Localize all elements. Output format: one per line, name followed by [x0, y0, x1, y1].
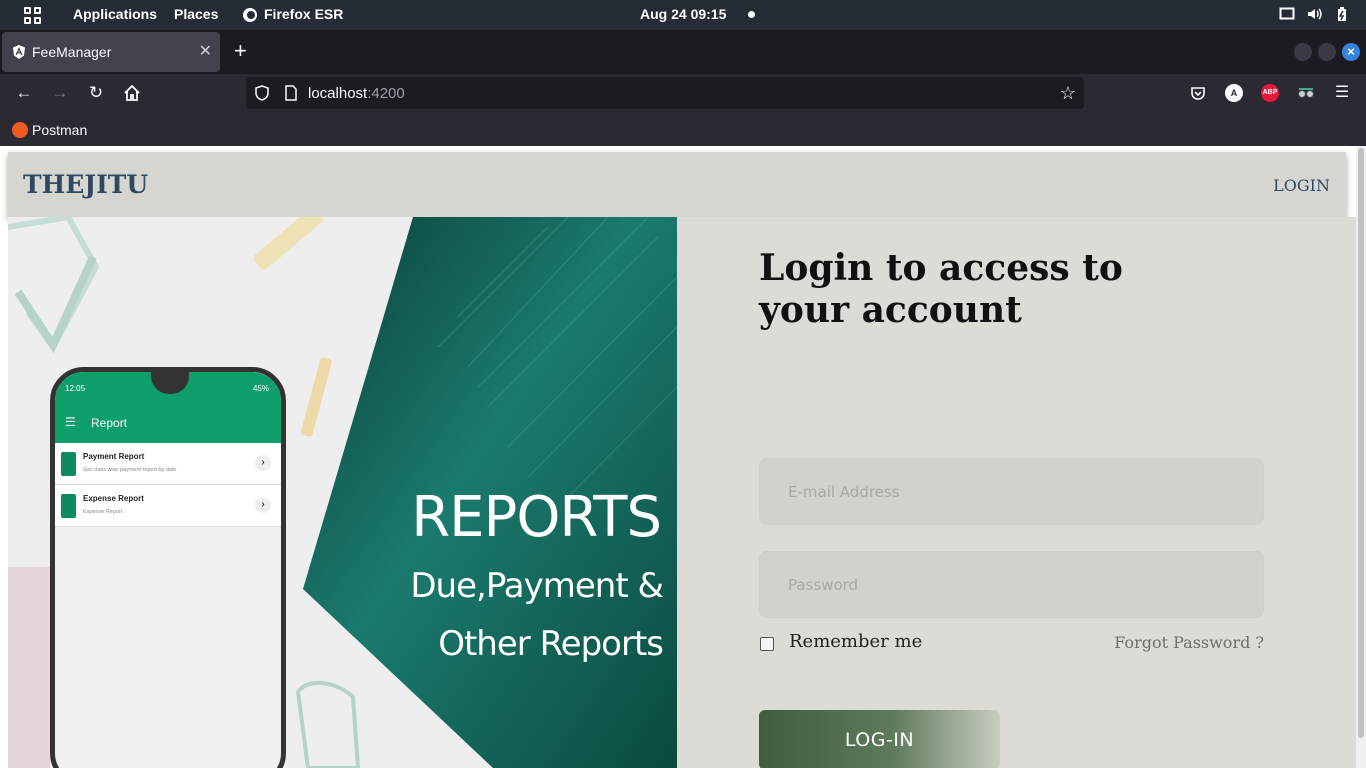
phone-screen-title: Report — [91, 416, 128, 430]
phone-battery: 45% — [252, 384, 269, 393]
reports-title: REPORTS — [411, 485, 662, 550]
back-icon[interactable]: ← — [14, 83, 34, 103]
email-field[interactable] — [759, 458, 1264, 525]
app-header: THEJITU LOGIN — [8, 152, 1346, 217]
tracking-shield-icon[interactable] — [254, 85, 270, 101]
tab-close-icon[interactable]: ✕ — [199, 41, 212, 61]
app-grid-icon[interactable] — [24, 7, 41, 24]
expense-report-icon — [61, 494, 76, 518]
forward-icon[interactable]: → — [50, 83, 70, 103]
doodle-check-icon — [14, 255, 97, 354]
chevron-right-icon: › — [255, 455, 271, 471]
hero-image: REPORTS Due,Payment & Other Reports 12:0… — [8, 217, 677, 768]
notification-dot-icon — [748, 11, 755, 18]
phone-status-bar: 12:05 45% — [55, 372, 281, 403]
places-menu[interactable]: Places — [174, 6, 218, 22]
scrollbar-thumb[interactable] — [1358, 148, 1364, 738]
phone-time: 12:05 — [65, 384, 86, 393]
menu-hamburger-icon[interactable]: ☰ — [1332, 83, 1352, 103]
login-heading: Login to access to your account — [759, 247, 1123, 331]
url-text[interactable]: localhost:4200 — [308, 85, 405, 102]
phone-list-item: Payment Report Get class wise payment re… — [55, 443, 281, 485]
extension-glasses-icon[interactable] — [1297, 84, 1315, 102]
reload-icon[interactable]: ↻ — [86, 83, 106, 103]
bookmark-star-icon[interactable]: ☆ — [1060, 83, 1076, 104]
nav-login-link[interactable]: LOGIN — [1273, 176, 1330, 195]
phone-item-subtitle: Expense Report — [83, 509, 123, 515]
adblock-plus-icon[interactable]: ABP — [1261, 84, 1279, 102]
bookmark-label: Postman — [32, 122, 88, 138]
forgot-password-link[interactable]: Forgot Password ? — [1114, 633, 1264, 652]
volume-icon[interactable] — [1306, 6, 1322, 22]
password-field[interactable] — [759, 551, 1264, 618]
screen-icon[interactable] — [1279, 6, 1295, 22]
system-top-bar: Applications Places Firefox ESR Aug 24 0… — [0, 0, 1366, 30]
new-tab-icon[interactable]: + — [234, 38, 247, 64]
phone-menu-icon: ☰ — [65, 415, 76, 429]
minimize-button[interactable] — [1294, 43, 1312, 61]
tab-strip: FeeManager ✕ + × — [0, 30, 1366, 74]
account-extension-icon[interactable]: A — [1225, 84, 1243, 102]
remember-label[interactable]: Remember me — [789, 631, 922, 652]
login-button[interactable]: LOG-IN — [759, 710, 1000, 768]
phone-item-subtitle: Get class wise payment report by date — [83, 467, 177, 473]
page-info-icon[interactable] — [283, 85, 299, 101]
phone-list-item: Expense Report Expense Report › — [55, 485, 281, 527]
remember-checkbox[interactable] — [760, 636, 774, 651]
home-icon[interactable] — [122, 83, 142, 103]
page-viewport: THEJITU LOGIN REPORTS Due,Payment & Othe… — [0, 146, 1366, 768]
chevron-right-icon: › — [255, 497, 271, 513]
window-close-button[interactable]: × — [1342, 43, 1360, 61]
firefox-icon — [243, 8, 257, 22]
url-bar[interactable]: localhost:4200 ☆ — [246, 77, 1084, 109]
phone-item-title: Payment Report — [83, 452, 145, 461]
phone-app-bar: ☰ Report — [55, 403, 281, 443]
angular-favicon-icon — [13, 45, 25, 59]
pocket-icon[interactable] — [1189, 84, 1207, 102]
bookmarks-toolbar: Postman — [0, 112, 1366, 146]
page-scrollbar[interactable] — [1356, 146, 1366, 768]
navigation-toolbar: ← → ↻ localhost:4200 ☆ A ABP ☰ — [0, 74, 1366, 112]
clock[interactable]: Aug 24 09:15 — [640, 6, 726, 22]
doodle-pencil-icon — [253, 217, 323, 270]
postman-icon — [12, 122, 28, 138]
applications-menu[interactable]: Applications — [73, 6, 157, 22]
bookmark-postman[interactable]: Postman — [12, 121, 87, 139]
tab-title: FeeManager — [32, 44, 112, 60]
doodle-book-2-icon — [295, 680, 361, 768]
tab-feemanager[interactable]: FeeManager ✕ — [2, 32, 220, 72]
payment-report-icon — [61, 452, 76, 476]
remember-me[interactable]: Remember me — [759, 631, 922, 652]
doodle-pencil-2-icon — [300, 357, 332, 437]
phone-item-title: Expense Report — [83, 494, 144, 503]
phone-mockup: 12:05 45% ☰ Report Payment Report Get cl… — [50, 367, 286, 768]
active-app-menu[interactable]: Firefox ESR — [264, 6, 343, 22]
brand-logo-text[interactable]: THEJITU — [23, 170, 148, 199]
reports-subtitle: Due,Payment & Other Reports — [410, 566, 664, 664]
phone-notch — [151, 372, 189, 394]
login-panel: Login to access to your account Remember… — [677, 217, 1356, 768]
teacher-figure — [8, 567, 50, 768]
maximize-button[interactable] — [1318, 43, 1336, 61]
battery-icon[interactable] — [1334, 6, 1350, 22]
